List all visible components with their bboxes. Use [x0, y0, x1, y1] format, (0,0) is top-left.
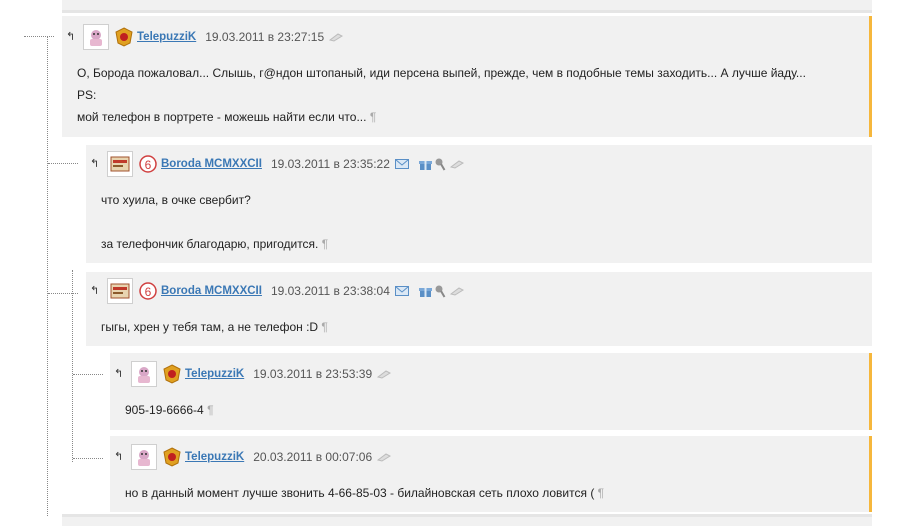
rank-badge-icon — [115, 27, 133, 47]
thread-line-level2 — [72, 270, 73, 462]
reply-icon[interactable]: ↰ — [114, 368, 126, 380]
comment-text: мой телефон в портрете - можешь найти ес… — [77, 110, 367, 124]
gift-icon[interactable] — [418, 158, 432, 171]
mail-icon[interactable] — [394, 159, 409, 169]
quote-icon[interactable] — [449, 286, 464, 296]
comment-text: 905-19-6666-4 — [125, 403, 204, 417]
comment-line: О, Борода пожаловал... Слышь, г@ндон што… — [77, 66, 806, 80]
reply-icon[interactable]: ↰ — [90, 158, 102, 170]
comment-body: О, Борода пожаловал... Слышь, г@ндон што… — [77, 62, 806, 128]
mail-icon[interactable] — [394, 286, 409, 296]
avatar[interactable] — [131, 361, 157, 387]
quote-icon[interactable] — [449, 159, 464, 169]
comment-header: ↰ 6 Boroda MCMXXCII 19.03.2011 в 23:38:0… — [90, 274, 464, 308]
comment-date: 19.03.2011 в 23:53:39 — [253, 367, 373, 381]
comment-header: ↰ TelepuzziK 20.03.2011 в 00:07:06 — [114, 440, 392, 474]
permalink-icon[interactable]: ¶ — [322, 237, 328, 251]
comment-line-last: мой телефон в портрете - можешь найти ес… — [77, 106, 806, 128]
comment: ↰ TelepuzziK 19.03.2011 в 23:27:15 О, Бо… — [62, 16, 872, 137]
comment-body: но в данный момент лучше звонить 4-66-85… — [125, 482, 604, 504]
comment-date: 19.03.2011 в 23:38:04 — [270, 284, 390, 298]
thread-branch — [24, 36, 54, 37]
comment-text: за телефончик благодарю, пригодится. — [101, 237, 319, 251]
rank-badge-icon — [163, 364, 181, 384]
avatar[interactable] — [83, 24, 109, 50]
comment-tools — [392, 158, 464, 171]
thread-branch — [48, 163, 78, 164]
svg-text:6: 6 — [145, 158, 152, 172]
comment-line: что хуила, в очке свербит? — [101, 193, 251, 207]
comment-header: ↰ TelepuzziK 19.03.2011 в 23:27:15 — [66, 20, 344, 54]
rank-badge-icon: 6 — [139, 154, 157, 174]
comment-body: что хуила, в очке свербит? за телефончик… — [101, 189, 328, 255]
author-link[interactable]: TelepuzziK — [185, 368, 244, 380]
quote-icon[interactable] — [377, 452, 392, 462]
comment: ↰ TelepuzziK 20.03.2011 в 00:07:06 но в … — [110, 436, 872, 512]
svg-text:6: 6 — [145, 285, 152, 299]
comment-line-last: но в данный момент лучше звонить 4-66-85… — [125, 482, 604, 504]
key-icon[interactable] — [435, 285, 447, 298]
comment-line: PS: — [77, 88, 97, 102]
comment: ↰ 6 Boroda MCMXXCII 19.03.2011 в 23:38:0… — [86, 272, 872, 346]
permalink-icon[interactable]: ¶ — [321, 320, 327, 334]
author-link[interactable]: Boroda MCMXXCII — [161, 158, 262, 170]
thread-branch — [48, 293, 78, 294]
rank-badge-icon — [163, 447, 181, 467]
avatar[interactable] — [107, 278, 133, 304]
comment-date: 19.03.2011 в 23:27:15 — [205, 30, 325, 44]
comment-line-last: за телефончик благодарю, пригодится. ¶ — [101, 233, 328, 255]
gift-icon[interactable] — [418, 285, 432, 298]
author-link[interactable]: TelepuzziK — [137, 31, 196, 43]
permalink-icon[interactable]: ¶ — [207, 403, 213, 417]
avatar[interactable] — [131, 444, 157, 470]
avatar[interactable] — [107, 151, 133, 177]
reply-icon[interactable]: ↰ — [66, 31, 78, 43]
comment-line — [101, 211, 328, 233]
quote-icon[interactable] — [377, 369, 392, 379]
next-comment-edge — [62, 514, 872, 526]
comment-body: 905-19-6666-4 ¶ — [125, 399, 214, 421]
comment: ↰ 6 Boroda MCMXXCII 19.03.2011 в 23:35:2… — [86, 145, 872, 263]
comment-text: гыгы, хрен у тебя там, а не телефон :D — [101, 320, 319, 334]
rank-badge-icon: 6 — [139, 281, 157, 301]
quote-icon[interactable] — [329, 32, 344, 42]
comment-header: ↰ 6 Boroda MCMXXCII 19.03.2011 в 23:35:2… — [90, 147, 464, 181]
comment-body: гыгы, хрен у тебя там, а не телефон :D ¶ — [101, 316, 328, 338]
previous-comment-edge — [62, 0, 872, 13]
comment-line-last: 905-19-6666-4 ¶ — [125, 399, 214, 421]
comment-date: 20.03.2011 в 00:07:06 — [253, 450, 373, 464]
author-link[interactable]: Boroda MCMXXCII — [161, 285, 262, 297]
comment-line-last: гыгы, хрен у тебя там, а не телефон :D ¶ — [101, 316, 328, 338]
comment-tools — [392, 285, 464, 298]
thread-line-root — [47, 36, 48, 516]
thread-branch — [73, 374, 103, 375]
comment-tools — [326, 32, 344, 42]
comment-tools — [374, 369, 392, 379]
thread-branch — [73, 458, 103, 459]
permalink-icon[interactable]: ¶ — [598, 486, 604, 500]
permalink-icon[interactable]: ¶ — [370, 110, 376, 124]
reply-icon[interactable]: ↰ — [90, 285, 102, 297]
key-icon[interactable] — [435, 158, 447, 171]
comment-header: ↰ TelepuzziK 19.03.2011 в 23:53:39 — [114, 357, 392, 391]
comment-tools — [374, 452, 392, 462]
comment-date: 19.03.2011 в 23:35:22 — [270, 157, 390, 171]
comment-text: но в данный момент лучше звонить 4-66-85… — [125, 486, 595, 500]
comment: ↰ TelepuzziK 19.03.2011 в 23:53:39 905-1… — [110, 353, 872, 430]
author-link[interactable]: TelepuzziK — [185, 451, 244, 463]
reply-icon[interactable]: ↰ — [114, 451, 126, 463]
